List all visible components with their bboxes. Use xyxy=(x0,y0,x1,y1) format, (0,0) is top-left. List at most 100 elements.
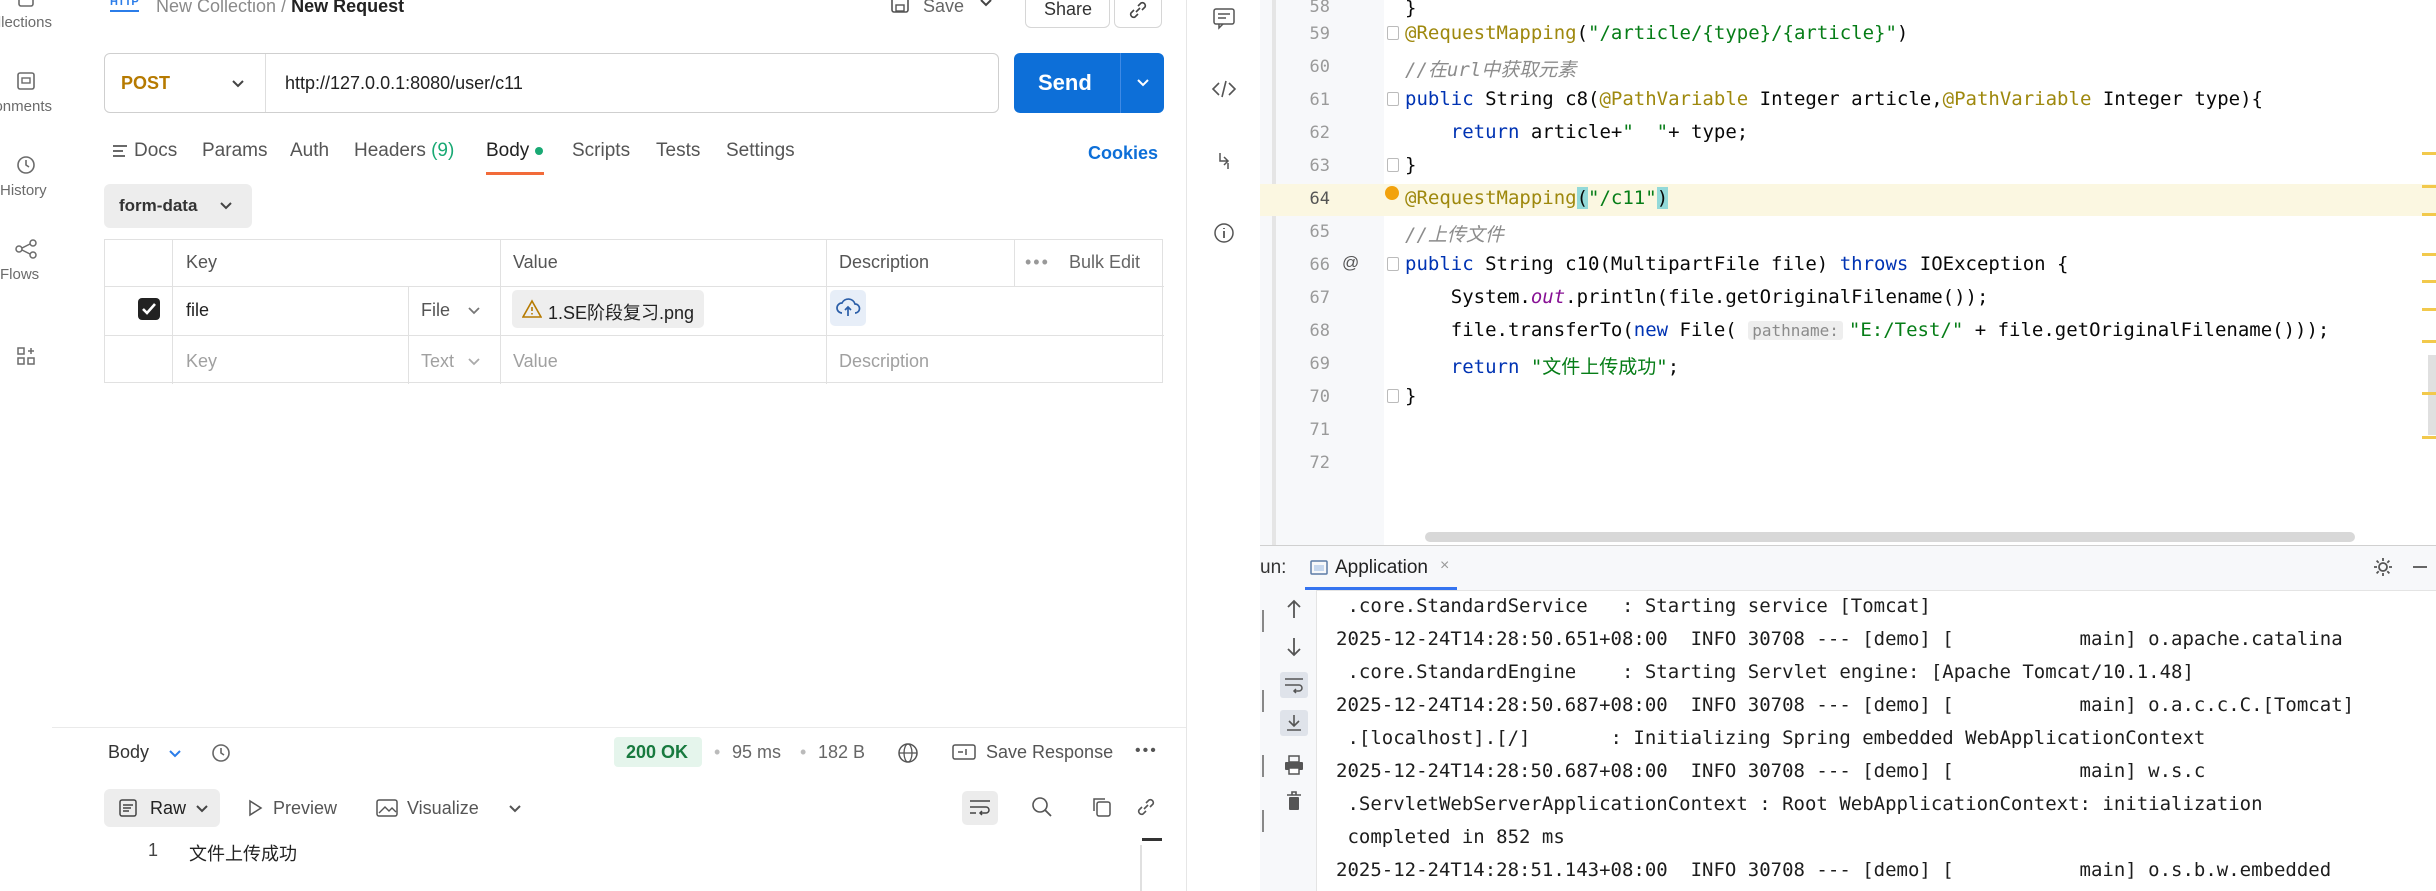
visualize-button[interactable]: Visualize xyxy=(407,798,479,819)
warning-marker[interactable] xyxy=(2422,253,2436,256)
response-size[interactable]: 182 B xyxy=(818,742,865,763)
fold-marker[interactable] xyxy=(1387,26,1399,40)
url-input[interactable]: http://127.0.0.1:8080/user/c11 xyxy=(285,73,523,94)
sidebar-item-add-workspace[interactable] xyxy=(0,345,52,373)
preview-button[interactable]: Preview xyxy=(273,798,337,819)
share-button[interactable]: Share xyxy=(1025,0,1110,28)
code-icon[interactable] xyxy=(1211,77,1237,101)
info-icon[interactable] xyxy=(1212,221,1236,245)
tab-scripts[interactable]: Scripts xyxy=(572,140,630,162)
chevron-down-icon[interactable] xyxy=(1134,74,1152,92)
tab-body[interactable]: Body xyxy=(486,140,544,162)
bulk-edit-button[interactable]: Bulk Edit xyxy=(1069,252,1140,273)
run-tab-application[interactable]: Application × xyxy=(1305,546,1457,590)
response-section-select[interactable]: Body xyxy=(108,742,149,763)
tab-tests[interactable]: Tests xyxy=(656,140,700,162)
chevron-down-icon[interactable] xyxy=(507,801,523,817)
web-endpoint-icon[interactable]: @ xyxy=(1342,253,1359,273)
save-response-button[interactable]: Save Response xyxy=(952,738,1120,766)
tool-strip xyxy=(1272,0,1276,545)
console-toolbar xyxy=(1260,590,1317,891)
response-time[interactable]: 95 ms xyxy=(732,742,781,763)
vertical-scrollbar[interactable] xyxy=(2428,355,2436,435)
minimize-icon[interactable] xyxy=(2410,557,2430,577)
copy-link-button[interactable] xyxy=(1114,0,1162,28)
tab-auth-label: Auth xyxy=(290,140,330,161)
copy-icon[interactable] xyxy=(1090,795,1114,819)
fold-marker[interactable] xyxy=(1387,92,1399,106)
response-divider xyxy=(52,727,1186,728)
tab-docs[interactable]: Docs xyxy=(112,140,177,162)
print-icon[interactable] xyxy=(1283,754,1305,776)
cookies-link[interactable]: Cookies xyxy=(1088,143,1158,164)
request-name[interactable]: New Request xyxy=(291,0,404,16)
row-enabled-checkbox[interactable] xyxy=(138,298,160,320)
row-type-select[interactable]: File xyxy=(421,300,450,321)
key-placeholder[interactable]: Key xyxy=(186,351,217,372)
globe-icon[interactable] xyxy=(896,741,920,765)
code-line: return article+" "+ type; xyxy=(1450,121,1749,143)
chevron-down-icon[interactable] xyxy=(466,354,482,370)
tab-headers[interactable]: Headers (9) xyxy=(354,140,454,162)
response-format-select[interactable]: Raw xyxy=(104,789,220,827)
fold-marker[interactable] xyxy=(1387,257,1399,271)
warning-marker[interactable] xyxy=(2422,308,2436,311)
warning-marker[interactable] xyxy=(2422,213,2436,216)
warning-marker[interactable] xyxy=(2422,392,2436,395)
link-icon[interactable] xyxy=(1134,795,1158,819)
search-icon[interactable] xyxy=(1030,795,1054,819)
close-icon[interactable]: × xyxy=(1440,557,1449,575)
description-placeholder[interactable]: Description xyxy=(839,351,929,372)
line-number: 62 xyxy=(1309,123,1330,143)
warning-marker[interactable] xyxy=(2422,152,2436,155)
fold-marker[interactable] xyxy=(1387,158,1399,172)
comments-icon[interactable] xyxy=(1212,6,1236,30)
warning-marker[interactable] xyxy=(2422,185,2436,188)
related-requests-icon[interactable] xyxy=(1212,149,1236,173)
scroll-to-end-button[interactable] xyxy=(1280,710,1308,736)
trash-icon[interactable] xyxy=(1284,790,1304,812)
sidebar-item-flows[interactable]: Flows xyxy=(0,238,52,283)
separator-dot: • xyxy=(714,742,721,762)
arrow-down-icon[interactable] xyxy=(1284,636,1304,658)
sidebar-item-history[interactable]: History xyxy=(0,154,52,199)
fold-marker[interactable] xyxy=(1387,389,1399,403)
method-select[interactable]: POST xyxy=(105,54,266,112)
value-placeholder[interactable]: Value xyxy=(513,351,558,372)
response-scrollbar[interactable] xyxy=(1140,845,1142,891)
tab-headers-label: Headers xyxy=(354,140,426,161)
upload-file-button[interactable] xyxy=(830,290,866,326)
sidebar-item-environments[interactable]: Environments xyxy=(0,70,52,115)
chevron-down-icon[interactable] xyxy=(167,746,183,762)
chevron-down-icon[interactable] xyxy=(466,303,482,319)
save-options-button[interactable] xyxy=(977,0,1001,22)
warning-marker[interactable] xyxy=(2422,340,2436,343)
warning-marker[interactable] xyxy=(2422,436,2436,439)
tab-settings[interactable]: Settings xyxy=(726,140,795,162)
breadcrumb-collection[interactable]: New Collection xyxy=(156,0,276,16)
horizontal-scrollbar[interactable] xyxy=(1425,532,2355,542)
arrow-up-icon[interactable] xyxy=(1284,598,1304,620)
row-key[interactable]: file xyxy=(186,300,209,321)
soft-wrap-button[interactable] xyxy=(1280,672,1308,698)
tab-settings-label: Settings xyxy=(726,140,795,161)
link-icon xyxy=(1129,1,1147,19)
console-line: 2025-12-24T14:28:51.143+08:00 INFO 30708… xyxy=(1336,859,2332,881)
status-badge[interactable]: 200 OK xyxy=(614,737,702,767)
sidebar-item-collections[interactable]: Collections xyxy=(0,0,52,31)
wrap-lines-button[interactable] xyxy=(962,791,998,825)
bulb-icon[interactable] xyxy=(1385,186,1399,200)
history-icon[interactable] xyxy=(209,741,233,765)
gear-icon[interactable] xyxy=(2372,556,2394,578)
type-select-placeholder[interactable]: Text xyxy=(421,351,454,372)
tab-scripts-label: Scripts xyxy=(572,140,631,161)
warning-marker[interactable] xyxy=(2422,280,2436,283)
tab-auth[interactable]: Auth xyxy=(290,140,329,162)
more-options-icon[interactable]: ••• xyxy=(1025,252,1050,273)
send-button[interactable]: Send xyxy=(1014,53,1164,113)
body-mode-select[interactable]: form-data xyxy=(104,184,252,228)
tab-params[interactable]: Params xyxy=(202,140,267,162)
chevron-down-icon xyxy=(232,80,244,88)
file-chip[interactable]: 1.SE阶段复习.png xyxy=(512,290,704,328)
more-options-icon[interactable]: ••• xyxy=(1135,742,1158,760)
